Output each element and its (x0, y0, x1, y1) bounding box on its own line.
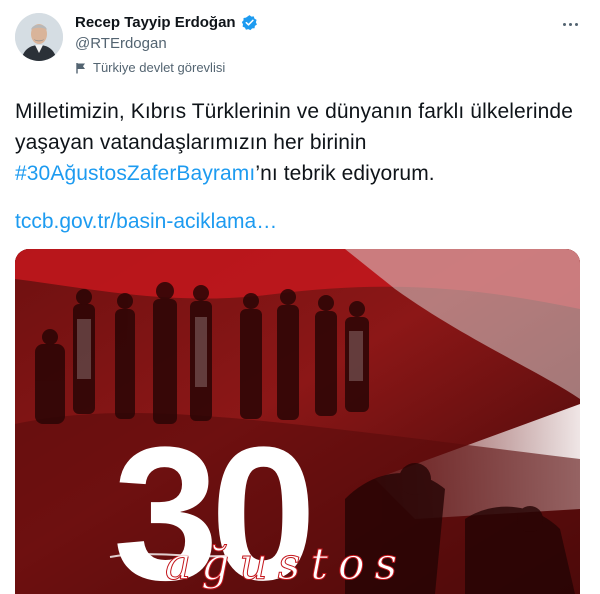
tweet-link[interactable]: tccb.gov.tr/basin-aciklama… (15, 210, 277, 234)
more-dot-icon (574, 22, 578, 26)
media-illustration: 30 ağustos (15, 249, 580, 594)
tweet-card: Recep Tayyip Erdoğan @RTErdogan Türkiye … (0, 0, 600, 594)
verified-badge-icon (241, 15, 257, 31)
more-dot-icon (568, 22, 572, 26)
hashtag-link[interactable]: #30AğustosZaferBayramı (15, 162, 255, 185)
author-handle[interactable]: @RTErdogan (75, 35, 167, 52)
author-name-row: Recep Tayyip Erdoğan (75, 14, 258, 31)
flag-icon (76, 62, 85, 73)
tweet-text-tail: ’nı tebrik ediyorum. (255, 162, 435, 185)
more-options-button[interactable] (558, 14, 582, 34)
media-script-text: ağustos (165, 539, 407, 590)
profile-photo-icon (15, 13, 63, 61)
government-label[interactable]: Türkiye devlet görevlisi (75, 60, 225, 75)
more-dot-icon (562, 22, 566, 26)
tweet-media-image[interactable]: 30 ağustos (15, 249, 580, 594)
avatar[interactable] (15, 13, 63, 61)
author-name[interactable]: Recep Tayyip Erdoğan (75, 14, 236, 31)
government-label-text: Türkiye devlet görevlisi (93, 60, 226, 75)
tweet-text: Milletimizin, Kıbrıs Türklerinin ve düny… (15, 96, 575, 189)
tweet-text-body: Milletimizin, Kıbrıs Türklerinin ve düny… (15, 100, 573, 154)
